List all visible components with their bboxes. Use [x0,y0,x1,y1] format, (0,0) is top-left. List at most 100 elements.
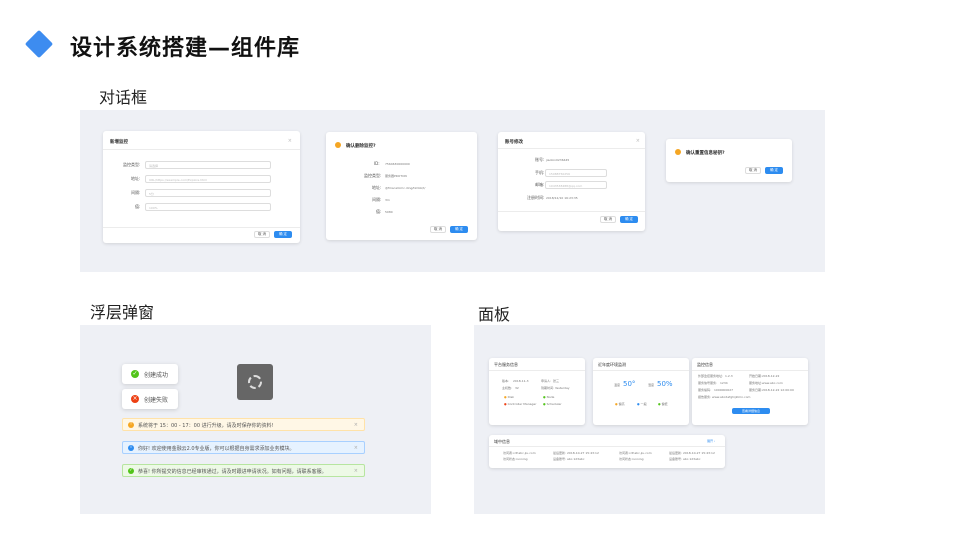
detail-value: 5080 [385,209,393,214]
info-label: 开始日期: [749,374,763,378]
close-icon[interactable]: × [288,138,292,144]
info-value: 2018-12-22 12:00:00 [762,388,794,392]
field-label: 账号: [535,157,545,162]
info-label: 外部监控服务地址: [698,374,724,378]
info-label: 访问者: [619,451,630,455]
cancel-button[interactable]: 取 消 [745,167,761,174]
cancel-button[interactable]: 取 消 [254,231,270,238]
alert-text: 恭喜! 你所提交的信息已经审核通过，请及时跟进申请状况。如有问题，请联系客服。 [138,469,327,475]
info-value: abc.123abc [683,457,701,461]
email-input[interactable]: 1043538488@qq.com [545,181,607,189]
legend-normal: ● 一般 [637,402,647,406]
info-value: 1234 [720,381,728,385]
alert-text: 系统将于 15：00 - 17：00 进行升级，请及时保存你的资料! [138,423,274,429]
divider [498,211,645,212]
info-value: running [516,457,528,461]
dialog-edit-account: 账号修改 × 账号: jiaobin0236445 手机: 1508875025… [498,132,645,231]
toast-label: 创建失败 [144,397,169,404]
info-label: 报告服务: [698,395,712,399]
info-label: 设备账号: [553,457,567,461]
value-input[interactable]: 100% [145,203,271,211]
legend-low: ● 偏低 [658,402,668,406]
info-value: abc.123abc [567,457,585,461]
info-label: 访问状态: [503,457,517,461]
info-label: 服务信号服务: [698,381,718,385]
info-label: 到期时间: [541,386,555,390]
monitor-type-select[interactable]: 请选择 [145,161,271,169]
detail-label: ID: [374,161,380,166]
phone-input[interactable]: 15088750256 [545,169,607,177]
spinner-icon [248,375,262,389]
detail-value: @fmscallcmc.ding/timbb/t/ [385,185,426,190]
info-value: Yesterday [555,386,570,390]
panel-domain-info: 域中信息 展开 › 访问者: cdf.abc.jiu.com 最后更新: 201… [489,435,725,468]
info-value: 1.2.3 [725,374,733,378]
expand-link[interactable]: 展开 › [707,440,715,443]
close-icon[interactable]: × [636,138,640,144]
field-label: 注册时间: [527,195,545,200]
divider [593,370,689,371]
overlay-showcase: ✓ 创建成功 × 创建失败 ! 系统将于 15：00 - 17：00 进行升级，… [80,325,431,514]
dialog-add-monitor: 新增监控 × 监控类型: 请选择 地址: URL/https://example… [103,131,300,243]
close-icon[interactable]: × [354,445,358,451]
status-scheduler: ● Scheduler [543,402,562,406]
toast-label: 创建成功 [144,372,169,379]
section-title-panel: 面板 [478,305,511,324]
dialog-title: 账号修改 [505,140,523,145]
close-icon[interactable]: × [354,422,358,428]
info-value: 2018-10-27 15:43:12 [567,451,599,455]
info-value: www.abcdefghijklmn.com [712,395,751,399]
register-time-value: 2018/12/10 16:23:35 [546,195,578,200]
interval-select[interactable]: 5分 [145,189,271,197]
cancel-button[interactable]: 取 消 [600,216,616,223]
status-controller: ● Controller Manager [504,402,537,406]
panel-environment: 近年度环境监测 温度 50° 湿度 50% ● 偏高 ● 一般 ● 偏低 [593,358,689,425]
close-icon[interactable]: × [354,468,358,474]
divider [489,370,585,371]
ok-button[interactable]: 确 定 [274,231,292,238]
error-icon: × [131,395,139,403]
ok-button[interactable]: 确 定 [620,216,638,223]
panel-title: 近年度环境监测 [598,362,626,367]
check-icon: ✓ [131,370,139,378]
alert-warning: ! 系统将于 15：00 - 17：00 进行升级，请及时保存你的资料! × [122,418,365,431]
info-value: 2018-10-27 15:43:12 [683,451,715,455]
info-label: 最后更新: [553,451,567,455]
info-label: 申请人: [541,379,552,383]
info-label: 服务地址: [749,381,763,385]
section-title-overlay: 浮层弹窗 [90,303,155,322]
field-label: 地址: [131,176,141,181]
panel-title: 监控信息 [697,362,713,367]
section-title-dialog: 对话框 [99,88,148,107]
panel-title: 平台服务信息 [494,362,518,367]
info-value: 32 [515,386,519,390]
panel-monitor-info: 监控信息 外部监控服务地址: 1.2.3 开始日期: 2018-12-22 服务… [692,358,808,425]
view-details-button[interactable]: 查看详细信息 [732,408,770,414]
ok-button[interactable]: 确 定 [765,167,783,174]
detail-value: 7564630000000 [385,161,410,166]
warning-icon [335,142,341,148]
panel-title: 域中信息 [494,439,510,444]
panel-platform-info: 平台服务信息 版本: 2018-11-3 申请人: 张三 主机数: 32 到期时… [489,358,585,425]
dialog-title: 新增监控 [110,140,128,145]
divider [103,149,300,150]
info-label: 主机数: [502,386,513,390]
panel-showcase: 平台服务信息 版本: 2018-11-3 申请人: 张三 主机数: 32 到期时… [474,325,825,514]
detail-label: 间隔: [372,197,382,202]
toast-success: ✓ 创建成功 [122,364,178,384]
field-label: 手机: [535,170,545,175]
divider [489,446,725,447]
alert-success: ✓ 恭喜! 你所提交的信息已经审核通过，请及时跟进申请状况。如有问题，请联系客服… [122,464,365,477]
detail-label: 监控类型: [364,173,382,178]
ok-button[interactable]: 确 定 [450,226,468,233]
detail-value: 服务器PROTON [385,173,407,178]
address-input[interactable]: URL/https://example.com/Explore.html [145,175,271,183]
dialog-title: 确认删除监控? [346,144,376,149]
detail-label: 地址: [372,185,382,190]
dialog-confirm-delete: 确认删除监控? ID: 7564630000000 监控类型: 服务器PROTO… [326,132,477,240]
cancel-button[interactable]: 取 消 [430,226,446,233]
info-icon: i [128,445,134,451]
dialog-confirm-reset: 确认重置信息秘钥? 取 消 确 定 [666,139,792,182]
status-node: ● Node [543,395,555,399]
humidity-label: 湿度 [648,383,655,387]
